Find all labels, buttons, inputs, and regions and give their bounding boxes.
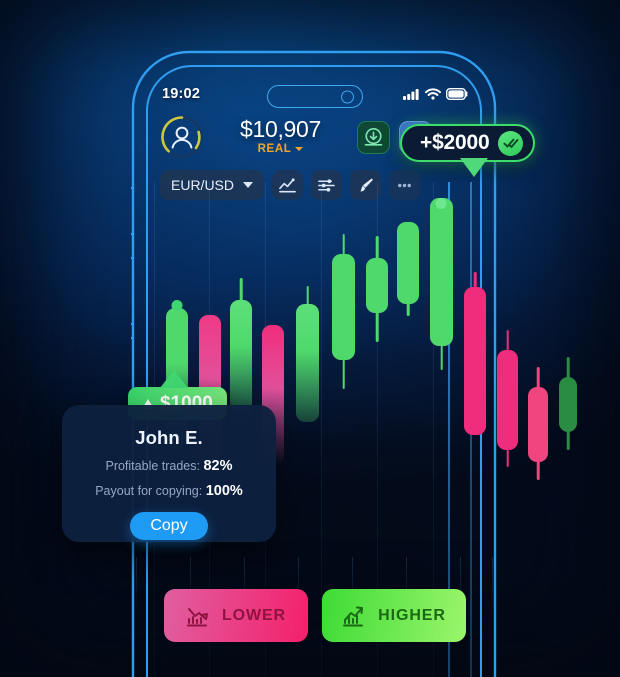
status-bar-clock: 19:02: [162, 86, 201, 102]
trader-name: John E.: [135, 427, 203, 448]
double-check-icon: [498, 130, 524, 156]
phone-screen: 19:02 $10,907 REAL EUR/USD +$2000 $1000 …: [62, 72, 577, 677]
account-type-selector[interactable]: REAL: [258, 143, 304, 155]
candle-8: [397, 202, 419, 502]
copy-button[interactable]: Copy: [130, 512, 208, 540]
payout-row: Payout for copying: 100%: [62, 483, 276, 499]
balance-display[interactable]: $10,907 REAL: [213, 117, 348, 154]
currency-pair-label: EUR/USD: [171, 177, 235, 193]
dynamic-island: [267, 85, 363, 108]
brush-icon: [360, 178, 373, 192]
cellular-signal-icon: [403, 89, 419, 100]
currency-pair-selector[interactable]: EUR/USD: [160, 170, 265, 200]
account-type-label: REAL: [257, 142, 292, 155]
deposit-icon: [364, 127, 383, 146]
chevron-down-icon: [295, 147, 304, 152]
profitable-trades-value: 82%: [203, 458, 233, 474]
battery-icon: [446, 88, 468, 100]
candle-10: [464, 202, 486, 522]
wifi-icon: [425, 88, 441, 100]
more-icon: [398, 183, 411, 187]
trader-card[interactable]: John E. Profitable trades: 82% Payout fo…: [62, 405, 276, 542]
profit-badge: +$2000: [400, 124, 536, 177]
higher-button[interactable]: HIGHER: [322, 589, 466, 642]
copy-trade-dot: [171, 300, 183, 311]
copy-badge-pointer: [160, 370, 188, 388]
candle-7: [366, 202, 388, 502]
deposit-button[interactable]: [357, 120, 390, 154]
payout-label: Payout for copying:: [95, 484, 203, 498]
balance-amount: $10,907: [239, 116, 322, 143]
lower-button-label: LOWER: [221, 606, 287, 624]
profit-trade-dot: [435, 198, 447, 209]
sliders-icon: [318, 178, 335, 192]
profit-badge-amount: +$2000: [420, 131, 490, 154]
chart-toolbar: EUR/USD: [160, 170, 421, 200]
payout-value: 100%: [205, 483, 243, 499]
profitable-trades-row: Profitable trades: 82%: [62, 458, 276, 474]
status-bar-icons: [403, 88, 468, 100]
higher-button-label: HIGHER: [378, 606, 446, 624]
trade-actions: LOWER HIGHER: [152, 589, 478, 642]
profit-badge-pointer: [460, 158, 488, 177]
candle-6: [332, 202, 355, 502]
profitable-trades-label: Profitable trades:: [105, 459, 200, 473]
chart-up-icon: [343, 606, 364, 626]
screenshot-root: 19:02 $10,907 REAL EUR/USD +$2000 $1000 …: [0, 0, 620, 677]
candle-5: [296, 202, 319, 522]
chevron-down-icon: [243, 182, 254, 188]
lower-button[interactable]: LOWER: [164, 589, 308, 642]
indicators-button[interactable]: [311, 170, 343, 200]
candle-11: [497, 202, 518, 522]
candle-12: [528, 202, 548, 522]
line-chart-icon: [279, 177, 296, 192]
chart-down-icon: [186, 607, 208, 626]
status-bar: 19:02: [152, 80, 478, 108]
candle-9: [430, 198, 453, 502]
candle-13: [559, 202, 577, 522]
avatar[interactable]: [160, 115, 204, 159]
more-tools-button[interactable]: [389, 170, 421, 200]
chart-type-button[interactable]: [272, 170, 304, 200]
